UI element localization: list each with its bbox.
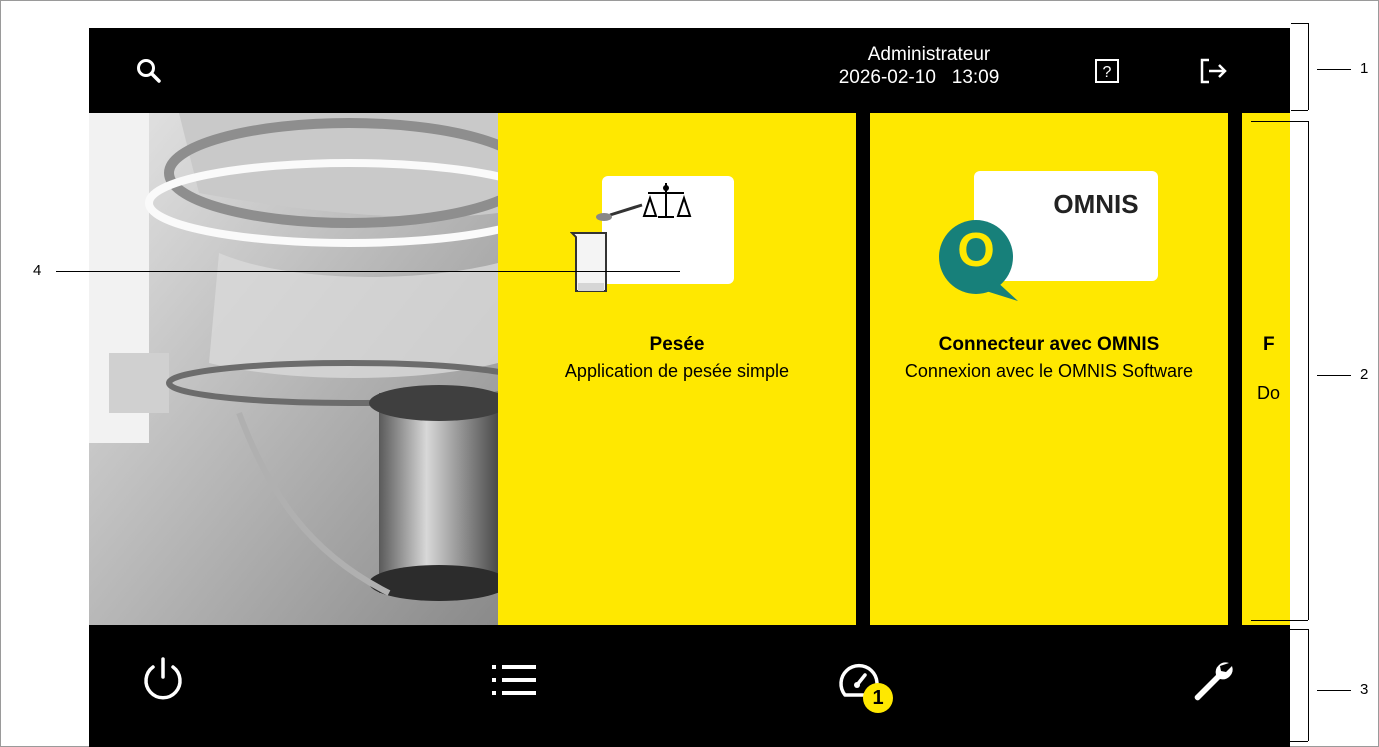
omnis-logo-letter: O	[957, 224, 995, 277]
tile-omnis-connector[interactable]: OMNIS O Connecteur avec OMNIS Connexion …	[870, 113, 1228, 625]
bracket-3	[1308, 629, 1309, 741]
list-icon[interactable]	[492, 663, 536, 697]
tile-title: F	[1263, 334, 1275, 355]
callout-line-2	[1317, 375, 1351, 376]
callout-3: 3	[1360, 681, 1369, 698]
tile-partial[interactable]: F Do	[1242, 113, 1290, 625]
svg-text:?: ?	[1103, 64, 1112, 81]
help-icon[interactable]: ?	[1094, 58, 1120, 84]
date: 2026-02-10	[838, 67, 936, 88]
bracket-2-bottom	[1251, 620, 1308, 621]
bottom-bar: 1	[89, 625, 1290, 747]
callout-line-1	[1317, 69, 1351, 70]
bracket-3-top	[1251, 629, 1308, 630]
logout-icon[interactable]	[1199, 57, 1229, 85]
bracket-2	[1308, 121, 1309, 620]
bracket-1-top	[1291, 23, 1308, 24]
instrument-photo	[89, 113, 498, 625]
search-icon[interactable]	[136, 58, 162, 84]
callout-line-4	[56, 271, 680, 272]
callout-line-3	[1317, 690, 1351, 691]
time: 13:09	[951, 67, 1000, 88]
tile-title: Pesée	[649, 334, 705, 355]
date-time: 2026-02-10 13:09	[784, 66, 1054, 90]
user-name: Administrateur	[867, 44, 991, 65]
tile-description: Application de pesée simple	[564, 361, 790, 381]
omnis-logo-text: OMNIS	[1053, 189, 1139, 219]
weighing-icon	[570, 176, 734, 292]
device-screen: Administrateur 2026-02-10 13:09 ? Pesée …	[89, 28, 1290, 747]
tile-description: Connexion avec le OMNIS Software	[904, 361, 1194, 381]
top-bar: Administrateur 2026-02-10 13:09 ?	[89, 28, 1290, 113]
bracket-2-top	[1251, 121, 1308, 122]
callout-4: 4	[33, 262, 42, 279]
bracket-1	[1308, 23, 1309, 110]
bracket-3-bottom	[1251, 741, 1308, 742]
wrench-icon[interactable]	[1189, 657, 1235, 703]
bracket-1-bottom	[1291, 110, 1308, 111]
app-tiles-area: Pesée Application de pesée simple OMNIS …	[89, 113, 1290, 625]
callout-1: 1	[1360, 60, 1369, 77]
user-info: Administrateur 2026-02-10 13:09	[794, 44, 1064, 90]
notification-badge: 1	[863, 683, 893, 713]
omnis-logo: OMNIS O	[936, 171, 1158, 301]
tile-description: Do	[1257, 383, 1281, 403]
power-icon[interactable]	[140, 655, 186, 701]
tile-pesee[interactable]: Pesée Application de pesée simple	[498, 113, 856, 625]
tile-title: Connecteur avec OMNIS	[938, 334, 1160, 355]
gauge-button[interactable]: 1	[837, 659, 901, 723]
callout-2: 2	[1360, 366, 1369, 383]
